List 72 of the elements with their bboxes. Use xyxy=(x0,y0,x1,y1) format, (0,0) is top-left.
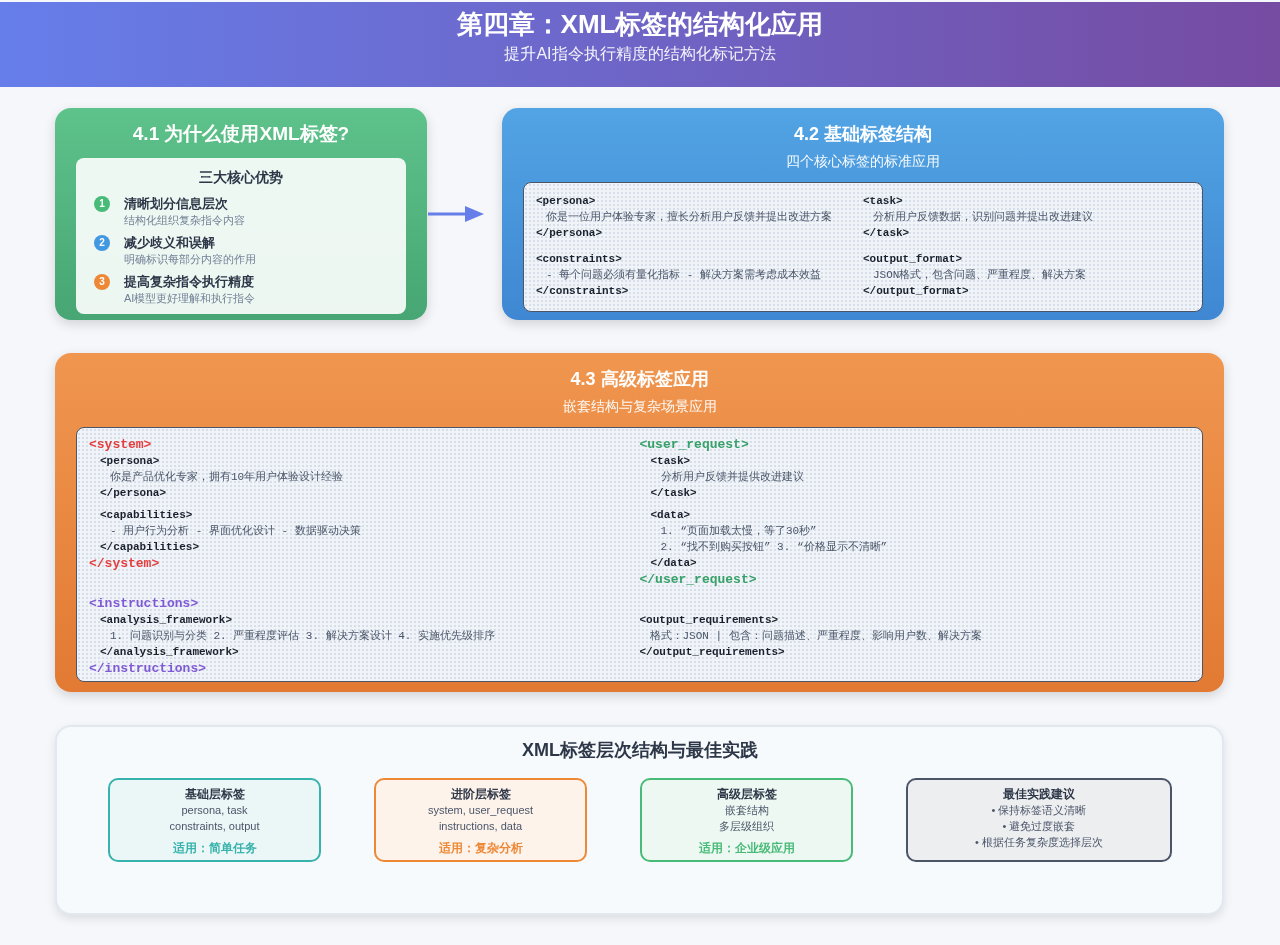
xml-tag: </persona> xyxy=(100,485,166,501)
tier-title: 高级层标签 xyxy=(716,786,777,802)
advantage-title: 减少歧义和误解 xyxy=(124,235,215,251)
code-line: 你是一位用户体验专家，擅长分析用户反馈并提出改进方案 xyxy=(546,209,832,225)
arrow-icon xyxy=(428,205,484,223)
tier-detail: • 保持标签语义清晰 xyxy=(991,803,1087,818)
advantage-title: 提高复杂指令执行精度 xyxy=(124,274,254,290)
code-line: 1. “页面加载太慢，等了30秒” xyxy=(660,524,817,539)
card-subtitle: 四个核心标签的标准应用 xyxy=(786,152,940,171)
code-line: 格式：JSON | 包含：问题描述、严重程度、影响用户数、解决方案 xyxy=(649,628,982,644)
tier-detail: 嵌套结构 xyxy=(724,803,769,818)
xml-tag: <data> xyxy=(650,507,691,523)
advantage-description: 结构化组织复杂指令内容 xyxy=(124,213,245,227)
code-line: JSON格式，包含问题、严重程度、解决方案 xyxy=(873,267,1087,283)
tier-detail: instructions, data xyxy=(438,819,523,834)
step-number: 2 xyxy=(94,235,110,251)
xml-tag: <instructions> xyxy=(89,595,199,612)
xml-tag: <task> xyxy=(650,453,691,469)
xml-tag: </user_request> xyxy=(639,571,757,588)
tier-usage: 适用：复杂分析 xyxy=(438,840,523,856)
xml-tag: </task> xyxy=(863,225,910,241)
xml-tag: <task> xyxy=(863,193,903,209)
tier-detail: persona, task xyxy=(181,803,248,818)
xml-tag: <output_requirements> xyxy=(639,612,779,628)
page-subtitle: 提升AI指令执行精度的结构化标记方法 xyxy=(504,44,776,64)
xml-tag: <system> xyxy=(89,436,152,453)
panel-heading: 三大核心优势 xyxy=(199,168,283,186)
summary-title: XML标签层次结构与最佳实践 xyxy=(522,739,758,762)
xml-tag: <capabilities> xyxy=(100,507,193,523)
code-line: - 用户行为分析 - 界面优化设计 - 数据驱动决策 xyxy=(110,524,361,539)
page-title: 第四章：XML标签的结构化应用 xyxy=(456,8,824,40)
tier-usage: 适用：企业级应用 xyxy=(698,840,795,856)
tier-title: 进阶层标签 xyxy=(450,786,511,802)
code-line: 2. “找不到购买按钮” 3. “价格显示不清晰” xyxy=(660,540,888,555)
card-title: 4.1 为什么使用XML标签? xyxy=(132,122,350,146)
tier-detail: 多层级组织 xyxy=(719,819,774,834)
code-line: 分析用户反馈数据，识别问题并提出改进建议 xyxy=(873,210,1093,225)
tier-usage: 适用：简单任务 xyxy=(172,840,257,856)
code-line: 1. 问题识别与分类 2. 严重程度评估 3. 解决方案设计 4. 实施优先级排序 xyxy=(110,628,496,644)
xml-tag: </system> xyxy=(89,555,160,572)
card-title: 4.2 基础标签结构 xyxy=(794,123,932,146)
tier-detail: • 根据任务复杂度选择层次 xyxy=(975,835,1103,850)
advantage-description: 明确标识每部分内容的作用 xyxy=(124,252,256,266)
code-line: - 每个问题必须有量化指标 - 解决方案需考虑成本效益 xyxy=(546,267,821,283)
xml-tag: </analysis_framework> xyxy=(100,644,239,660)
xml-tag: </constraints> xyxy=(536,283,629,299)
step-number: 3 xyxy=(94,274,110,290)
code-line: 分析用户反馈并提供改进建议 xyxy=(660,470,804,485)
xml-tag: <user_request> xyxy=(639,436,749,453)
xml-tag: <persona> xyxy=(100,453,160,469)
code-line: 你是产品优化专家，拥有10年用户体验设计经验 xyxy=(110,470,344,485)
xml-tag: </data> xyxy=(650,555,697,571)
tier-detail: • 避免过度嵌套 xyxy=(1002,819,1076,834)
xml-tag: <output_format> xyxy=(863,251,963,267)
xml-tag: </instructions> xyxy=(89,660,207,677)
tier-detail: constraints, output xyxy=(169,819,260,834)
tier-title: 最佳实践建议 xyxy=(1003,786,1075,802)
xml-tag: <constraints> xyxy=(536,251,622,267)
xml-tag: <persona> xyxy=(536,193,596,209)
advantage-title: 清晰划分信息层次 xyxy=(124,196,228,212)
tier-title: 基础层标签 xyxy=(184,786,245,802)
xml-tag: </output_format> xyxy=(863,283,969,299)
card-title: 4.3 高级标签应用 xyxy=(570,368,709,391)
advantage-description: AI模型更好理解和执行指令 xyxy=(124,291,256,305)
step-number: 1 xyxy=(94,196,110,212)
xml-tag: </output_requirements> xyxy=(639,644,785,660)
card-subtitle: 嵌套结构与复杂场景应用 xyxy=(562,397,717,416)
xml-tag: </capabilities> xyxy=(100,539,200,555)
xml-tag: <analysis_framework> xyxy=(100,612,233,628)
tier-detail: system, user_request xyxy=(427,803,534,818)
xml-tag: </task> xyxy=(650,485,697,501)
xml-tag: </persona> xyxy=(536,225,602,241)
